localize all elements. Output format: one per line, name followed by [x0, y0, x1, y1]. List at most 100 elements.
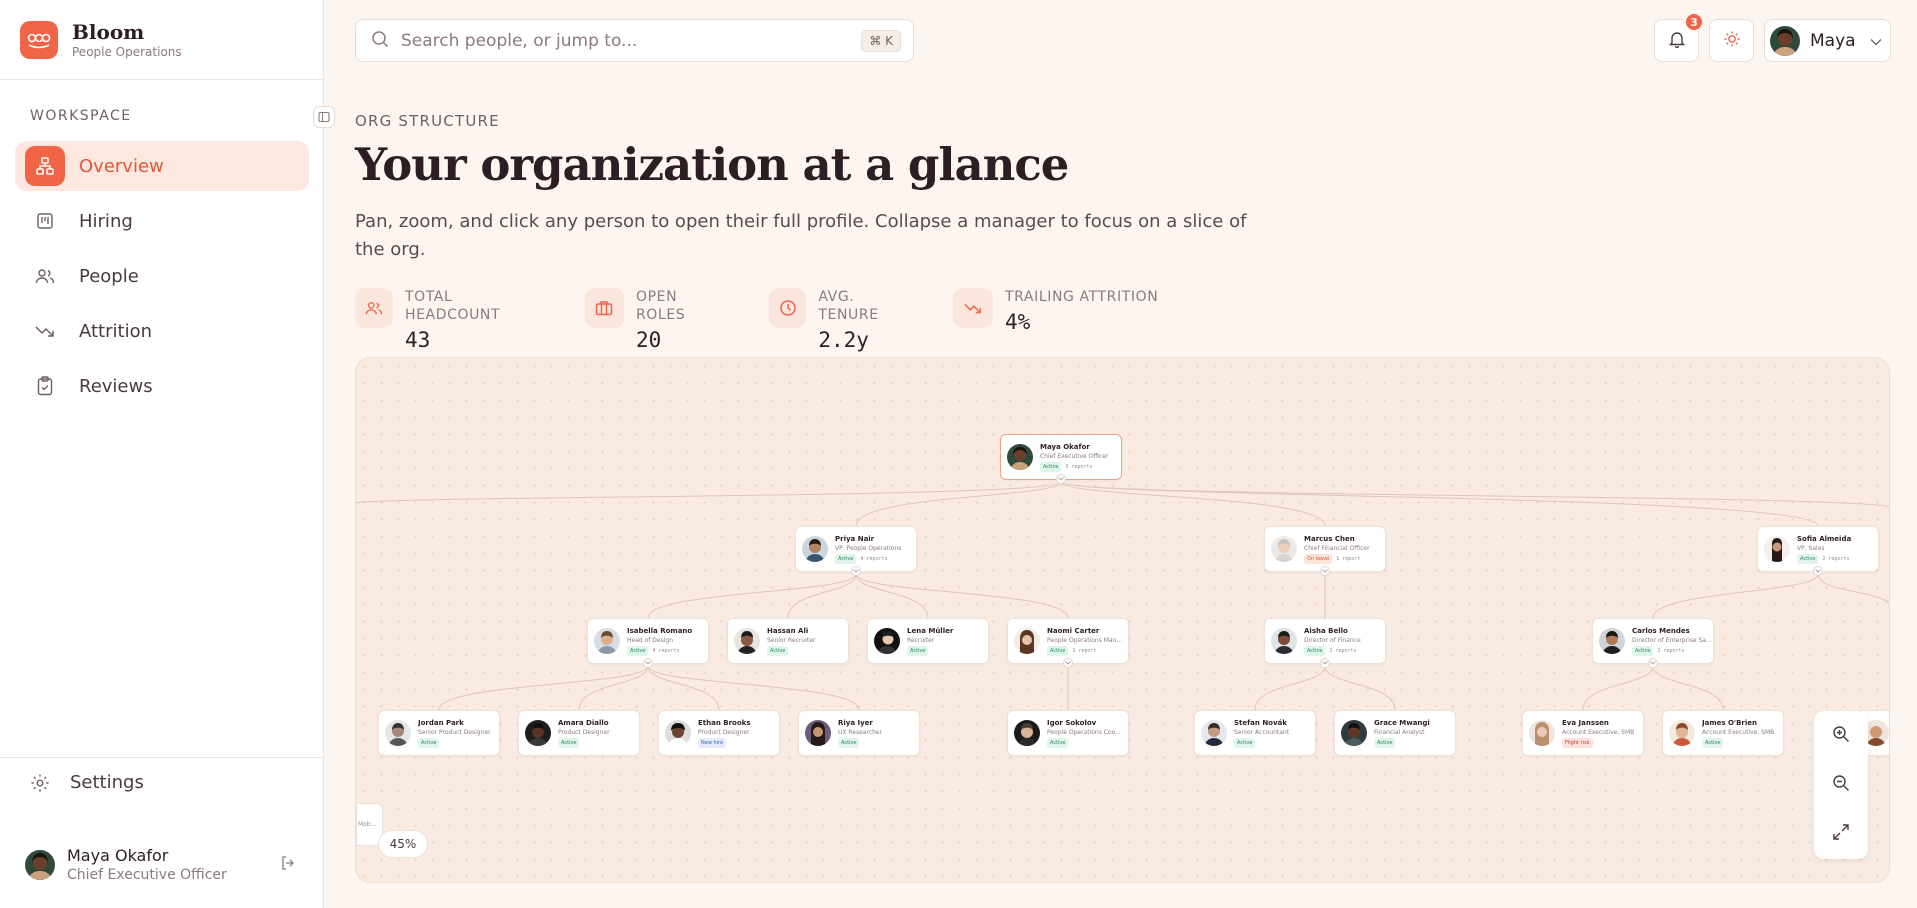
- collapse-caret-icon[interactable]: [1320, 658, 1330, 668]
- node-title: VP, People Operations: [835, 544, 902, 552]
- kanban-icon: [25, 201, 65, 241]
- avatar: [1271, 628, 1297, 654]
- sidebar-item-overview[interactable]: Overview: [15, 141, 309, 191]
- avatar: [1764, 536, 1790, 562]
- zoom-level: 45%: [378, 830, 428, 858]
- avatar: [594, 628, 620, 654]
- stat-value: 20: [635, 328, 662, 352]
- collapse-sidebar-button[interactable]: [313, 106, 335, 128]
- user-menu-button[interactable]: Maya: [1764, 19, 1891, 62]
- node-title: Account Executive, SMB: [1702, 728, 1775, 736]
- sidebar-item-label: Overview: [79, 155, 164, 177]
- node-title: People Operations Man...: [1047, 636, 1123, 644]
- user-menu-name: Maya: [1810, 30, 1856, 51]
- node-name: Naomi Carter: [1047, 626, 1100, 635]
- org-node[interactable]: Stefan Novák Senior Accountant Active: [1194, 710, 1316, 756]
- node-name: James O'Brien: [1702, 718, 1757, 727]
- fit-screen-icon[interactable]: [1832, 823, 1850, 845]
- stat-open-roles: OPEN ROLES 20: [585, 288, 729, 352]
- node-name: Hassan Ali: [767, 626, 809, 635]
- logout-icon[interactable]: [280, 855, 296, 875]
- avatar: [1271, 536, 1297, 562]
- theme-toggle-button[interactable]: [1709, 19, 1754, 62]
- people-icon: [355, 288, 393, 328]
- node-title: Account Executive, SMB: [1562, 728, 1635, 736]
- node-name: Stefan Novák: [1234, 718, 1287, 727]
- avatar: [1014, 628, 1040, 654]
- notifications-button[interactable]: 3: [1654, 12, 1704, 62]
- zoom-in-icon[interactable]: [1832, 725, 1850, 747]
- sun-icon: [1723, 30, 1741, 52]
- stat-headcount: TOTAL HEADCOUNT 43: [355, 288, 545, 352]
- node-name: Riya Iyer: [838, 718, 873, 727]
- org-node[interactable]: Aisha Bello Director of Finance Active 2 …: [1264, 618, 1386, 668]
- settings-link[interactable]: Settings: [30, 772, 144, 793]
- sidebar-item-people[interactable]: People: [15, 251, 309, 301]
- minimap-label: Mob...: [358, 821, 377, 828]
- avatar: [734, 628, 760, 654]
- org-node-root[interactable]: Maya Okafor Chief Executive Officer Acti…: [1000, 434, 1122, 484]
- org-node[interactable]: Amara Diallo Product Designer Active: [518, 710, 640, 756]
- collapse-caret-icon[interactable]: [1063, 658, 1073, 668]
- collapse-caret-icon[interactable]: [1813, 566, 1823, 576]
- org-node[interactable]: Hassan Ali Senior Recruiter Active: [727, 618, 849, 664]
- report-count: 5 reports: [1065, 463, 1093, 470]
- report-count: 2 reports: [1657, 647, 1685, 654]
- org-node[interactable]: Carlos Mendes Director of Enterprise Sa.…: [1592, 618, 1714, 668]
- collapse-caret-icon[interactable]: [851, 566, 861, 576]
- notification-badge: 3: [1684, 12, 1704, 32]
- org-node[interactable]: Sofia Almeida VP, Sales Active 2 reports: [1757, 526, 1879, 576]
- node-title: VP, Sales: [1797, 544, 1825, 552]
- user-name: Maya Okafor: [67, 846, 169, 865]
- status-badge: Active: [1632, 645, 1654, 656]
- current-user[interactable]: Maya Okafor Chief Executive Officer: [25, 846, 300, 884]
- status-badge: Active: [1234, 737, 1256, 748]
- briefcase-icon: [585, 288, 624, 328]
- org-node[interactable]: Isabella Romano Head of Design Active 4 r…: [587, 618, 709, 668]
- org-node[interactable]: Igor Sokolov People Operations Coo... Ac…: [1007, 710, 1129, 756]
- org-node[interactable]: Ethan Brooks Product Designer New hire: [658, 710, 780, 756]
- status-badge: Active: [1304, 645, 1326, 656]
- sidebar-item-attrition[interactable]: Attrition: [15, 306, 309, 356]
- sidebar-item-hiring[interactable]: Hiring: [15, 196, 309, 246]
- topbar: Search people, or jump to... ⌘ K 3 Maya: [324, 0, 1917, 80]
- report-count: 1 report: [1072, 647, 1097, 654]
- sidebar-item-reviews[interactable]: Reviews: [15, 361, 309, 411]
- org-node[interactable]: James O'Brien Account Executive, SMB Act…: [1662, 710, 1784, 756]
- bell-icon: [1668, 30, 1686, 52]
- zoom-controls: [1814, 711, 1868, 859]
- node-name: Aisha Bello: [1304, 626, 1348, 635]
- org-node[interactable]: Jordan Park Senior Product Designer Acti…: [378, 710, 500, 756]
- stat-tenure: AVG. TENURE 2.2y: [769, 288, 913, 352]
- zoom-out-icon[interactable]: [1832, 774, 1850, 796]
- node-name: Marcus Chen: [1304, 534, 1355, 543]
- collapse-caret-icon[interactable]: [1320, 566, 1330, 576]
- org-node[interactable]: Eva Janssen Account Executive, SMB Fligh…: [1522, 710, 1644, 756]
- brand[interactable]: Bloom People Operations: [0, 0, 323, 80]
- search-input[interactable]: Search people, or jump to... ⌘ K: [355, 19, 914, 62]
- org-node[interactable]: Riya Iyer UX Researcher Active: [798, 710, 920, 756]
- user-role: Chief Executive Officer: [67, 867, 227, 883]
- status-badge: Active: [767, 645, 789, 656]
- status-badge: Active: [1797, 553, 1819, 564]
- report-count: 4 reports: [860, 555, 888, 562]
- node-title: Chief Executive Officer: [1040, 452, 1109, 460]
- status-badge: Active: [907, 645, 929, 656]
- org-node[interactable]: Marcus Chen Chief Financial Officer On l…: [1264, 526, 1386, 576]
- avatar: [25, 850, 55, 880]
- org-node[interactable]: Grace Mwangi Financial Analyst Active: [1334, 710, 1456, 756]
- collapse-caret-icon[interactable]: [1648, 658, 1658, 668]
- org-node[interactable]: Priya Nair VP, People Operations Active 4…: [795, 526, 917, 576]
- org-node[interactable]: Naomi Carter People Operations Man... Ac…: [1007, 618, 1129, 668]
- app-subtitle: People Operations: [72, 44, 182, 59]
- avatar: [1201, 720, 1227, 746]
- org-node[interactable]: Lena Müller Recruiter Active: [867, 618, 989, 664]
- node-title: UX Researcher: [838, 728, 883, 736]
- org-chart-canvas[interactable]: Maya Okafor Chief Executive Officer Acti…: [355, 357, 1890, 883]
- clipboard-check-icon: [25, 366, 65, 406]
- collapse-caret-icon[interactable]: [643, 658, 653, 668]
- page-title: Your organization at a glance: [355, 138, 1069, 191]
- collapse-caret-icon[interactable]: [1056, 474, 1066, 484]
- node-name: Carlos Mendes: [1632, 626, 1690, 635]
- avatar: [525, 720, 551, 746]
